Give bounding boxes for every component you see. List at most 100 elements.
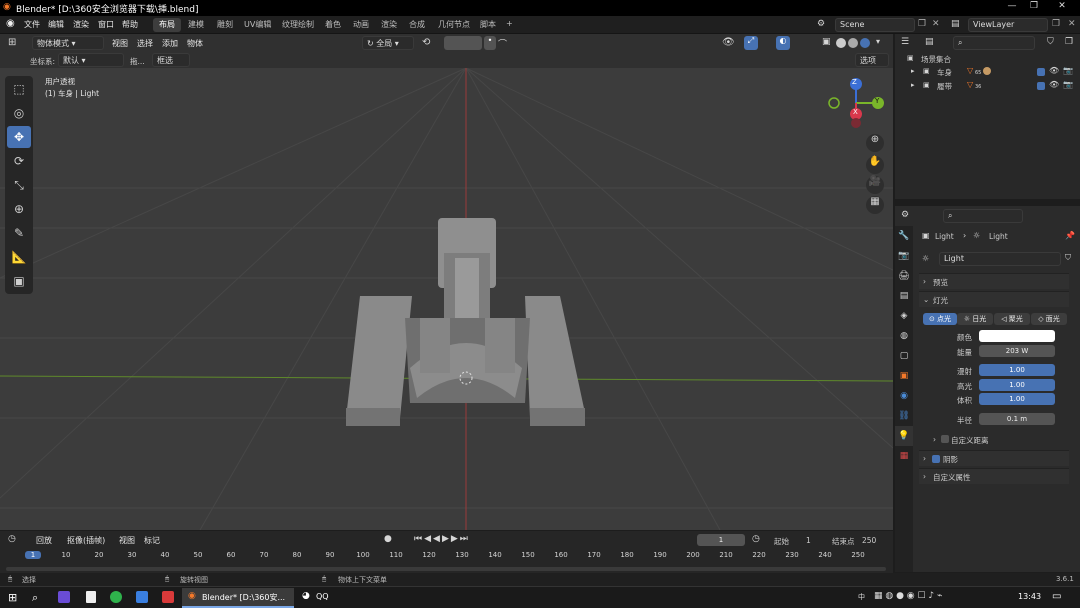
scene-icon[interactable]: ⚙: [817, 19, 825, 29]
proportional-edit-icon[interactable]: •: [484, 36, 496, 50]
taskbar-qq-button[interactable]: ◕ QQ: [298, 588, 358, 608]
light-datablock-icon[interactable]: ☼: [922, 254, 929, 263]
rotate-tool-icon[interactable]: ⟳: [7, 150, 31, 172]
playback-controls-icon[interactable]: ⏮◀◀▶▶⏭: [414, 534, 470, 544]
tab-animation[interactable]: 动画: [347, 18, 375, 32]
record-icon[interactable]: ●: [384, 534, 392, 544]
expand-icon[interactable]: ▸: [911, 81, 915, 89]
pin-icon[interactable]: 📌: [1065, 231, 1075, 240]
timeline-scrollbar[interactable]: [6, 567, 886, 571]
end-value[interactable]: 250: [862, 536, 876, 545]
custom-distance-checkbox[interactable]: [941, 435, 949, 443]
annotate-tool-icon[interactable]: ✎: [7, 222, 31, 244]
timeline-view-menu[interactable]: 视图: [119, 535, 135, 546]
scale-tool-icon[interactable]: ⤡: [7, 174, 31, 196]
shadow-checkbox[interactable]: [932, 455, 940, 463]
include-checkbox[interactable]: [1037, 82, 1045, 90]
keying-menu[interactable]: 抠像(插帧): [67, 535, 105, 546]
tab-sculpting[interactable]: 雕刻: [211, 18, 239, 32]
physics-tab-icon[interactable]: ◉: [895, 386, 913, 406]
menu-select[interactable]: 选择: [137, 38, 153, 49]
light-section[interactable]: ⌄ 灯光: [919, 291, 1069, 307]
measure-tool-icon[interactable]: 📐: [7, 246, 31, 268]
point-light-button[interactable]: ⊙ 点光: [923, 313, 957, 325]
playback-menu[interactable]: 回放: [36, 535, 52, 546]
filter-icon[interactable]: ⛉: [1047, 37, 1054, 47]
tab-compositing[interactable]: 合成: [403, 18, 431, 32]
view-layer-icon[interactable]: ▤: [951, 19, 960, 29]
material-shading-icon[interactable]: [860, 38, 870, 48]
custom-props-section[interactable]: › 自定义属性: [919, 468, 1069, 484]
camera-view-icon[interactable]: 🎥: [866, 176, 884, 194]
start-value[interactable]: 1: [806, 536, 811, 545]
gizmo-toggle[interactable]: ⤢: [744, 36, 758, 50]
fake-user-icon[interactable]: ⛉: [1065, 253, 1071, 263]
tab-uv-editing[interactable]: UV编辑: [238, 18, 277, 32]
texture-tab-icon[interactable]: ▦: [895, 446, 913, 466]
eye-icon[interactable]: 👁: [1049, 80, 1059, 89]
drag-label[interactable]: 拖...: [130, 56, 145, 67]
shading-options-icon[interactable]: ▾: [876, 37, 880, 46]
tab-shading[interactable]: 着色: [319, 18, 347, 32]
preview-section[interactable]: › 预览: [919, 273, 1069, 289]
tank-model[interactable]: [346, 218, 585, 426]
add-cube-tool-icon[interactable]: ▣: [7, 270, 31, 292]
outliner-search-input[interactable]: ⌕: [953, 36, 1035, 50]
move-tool-icon[interactable]: ✥: [7, 126, 31, 148]
new-scene-icon[interactable]: ❐: [918, 19, 926, 29]
outliner-editor-icon[interactable]: ☰: [901, 37, 909, 47]
falloff-icon[interactable]: ⌒: [498, 37, 507, 50]
tab-geometry-nodes[interactable]: 几何节点: [432, 18, 476, 32]
visibility-icon[interactable]: 👁: [722, 37, 735, 48]
constraints-tab-icon[interactable]: ⛓: [895, 406, 913, 426]
transform-orientation-dropdown[interactable]: ↻ 全局 ▾: [362, 36, 414, 50]
scene-tab-icon[interactable]: ◈: [895, 306, 913, 326]
overlay-toggle[interactable]: ◐: [776, 36, 790, 50]
pivot-icon[interactable]: ⟲: [422, 37, 430, 48]
wireframe-shading-icon[interactable]: [836, 38, 846, 48]
expand-icon[interactable]: ▸: [911, 67, 915, 75]
output-tab-icon[interactable]: 🖨: [895, 266, 913, 286]
object-tab-icon[interactable]: ▣: [895, 366, 913, 386]
tab-texture-paint[interactable]: 纹理绘制: [276, 18, 320, 32]
notepad-icon[interactable]: [86, 591, 96, 603]
options-dropdown[interactable]: 选项: [855, 53, 889, 67]
light-data-tab-icon[interactable]: 💡: [895, 426, 913, 446]
solid-shading-icon[interactable]: [848, 38, 858, 48]
view-layer-tab-icon[interactable]: ▤: [895, 286, 913, 306]
delete-view-layer-icon[interactable]: ✕: [1068, 19, 1076, 29]
coord-dropdown[interactable]: 默认 ▾: [58, 53, 124, 67]
camera-icon[interactable]: 📷: [1063, 66, 1073, 75]
radius-field[interactable]: 0.1 m: [979, 413, 1055, 425]
search-icon[interactable]: ⌕: [32, 591, 38, 605]
tab-scripting[interactable]: 脚本: [474, 18, 502, 32]
new-view-layer-icon[interactable]: ❐: [1052, 19, 1060, 29]
taskbar-blender-button[interactable]: ◉ Blender* [D:\360安...: [182, 588, 294, 608]
3d-viewport[interactable]: Z Y X 用户透视 (1) 车身 | Light ⬚ ◎ ✥ ⟳ ⤡ ⊕ ✎ …: [0, 68, 893, 530]
breadcrumb-object[interactable]: Light: [935, 232, 954, 241]
tray-icons[interactable]: ▦ ◍ ● ◉ ☐ ♪ ⌁: [874, 591, 942, 601]
volume-field[interactable]: 1.00: [979, 393, 1055, 405]
menu-object[interactable]: 物体: [187, 38, 203, 49]
diffuse-field[interactable]: 1.00: [979, 364, 1055, 376]
specular-field[interactable]: 1.00: [979, 379, 1055, 391]
light-color-swatch[interactable]: [979, 330, 1055, 342]
sun-light-button[interactable]: ☼ 日光: [957, 313, 993, 325]
pan-hand-icon[interactable]: ✋: [866, 156, 884, 174]
current-frame-marker[interactable]: 1: [25, 551, 41, 559]
timeline-editor-icon[interactable]: ◷: [8, 534, 16, 544]
outliner-row[interactable]: ▸ ▣ 履带 ▽ 36 👁 📷: [895, 80, 1080, 93]
spot-light-button[interactable]: ◁ 聚光: [994, 313, 1030, 325]
mail-app-icon[interactable]: [136, 591, 148, 603]
perspective-toggle-icon[interactable]: ▦: [866, 196, 884, 214]
collection-tab-icon[interactable]: ▢: [895, 346, 913, 366]
minimize-icon[interactable]: —: [1000, 1, 1024, 15]
tab-rendering[interactable]: 渲染: [375, 18, 403, 32]
shadow-section[interactable]: › 阴影: [919, 450, 1069, 466]
camera-icon[interactable]: 📷: [1063, 80, 1073, 89]
wechat-app-icon[interactable]: [110, 591, 122, 603]
area-light-button[interactable]: ◇ 面光: [1031, 313, 1067, 325]
eye-icon[interactable]: 👁: [1049, 66, 1059, 75]
xray-icon[interactable]: ▣: [822, 37, 831, 47]
current-frame-field[interactable]: 1: [697, 534, 745, 546]
